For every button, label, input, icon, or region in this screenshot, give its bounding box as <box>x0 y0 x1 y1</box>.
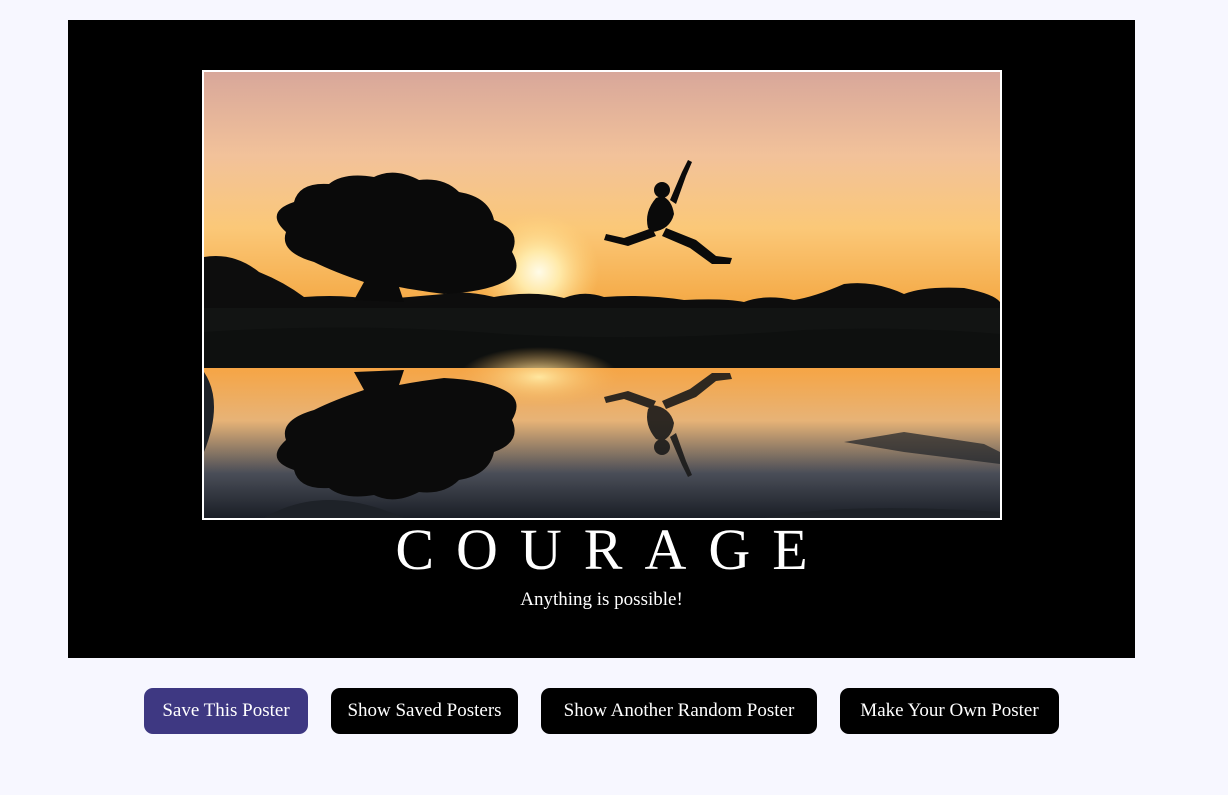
poster: COURAGE Anything is possible! <box>68 20 1135 658</box>
show-random-poster-button[interactable]: Show Another Random Poster <box>541 688 817 734</box>
make-own-poster-button[interactable]: Make Your Own Poster <box>840 688 1059 734</box>
save-poster-button[interactable]: Save This Poster <box>144 688 308 734</box>
sunset-jump-photo <box>204 72 1000 518</box>
button-row: Save This Poster Show Saved Posters Show… <box>0 688 1228 734</box>
poster-title: COURAGE <box>395 517 830 582</box>
show-saved-posters-button[interactable]: Show Saved Posters <box>331 688 518 734</box>
poster-image <box>202 70 1002 520</box>
poster-quote: Anything is possible! <box>520 589 683 610</box>
